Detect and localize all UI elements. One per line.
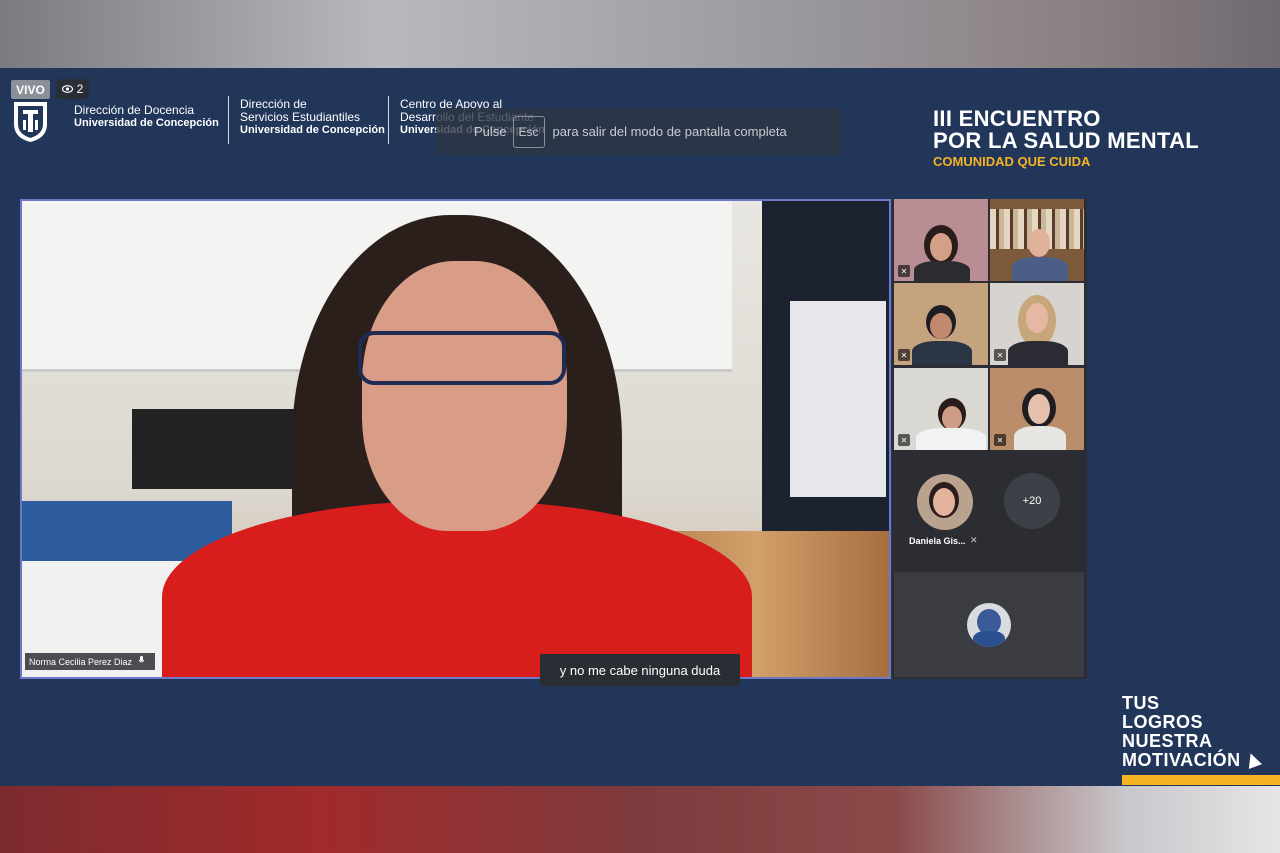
org-docencia: Dirección de Docencia Universidad de Con… <box>74 104 219 130</box>
slogan-accent-bar <box>1122 775 1280 785</box>
org-divider <box>388 96 389 144</box>
eye-icon <box>61 82 73 96</box>
printer <box>132 409 302 489</box>
muted-mic-icon: ✕ <box>898 434 910 446</box>
muted-mic-icon: ✕ <box>994 434 1006 446</box>
participant-tile[interactable]: ✕ <box>990 283 1084 365</box>
university-crest-logo <box>12 100 49 143</box>
participant-avatar[interactable] <box>917 474 973 530</box>
main-speaker-video[interactable] <box>20 199 891 679</box>
esc-key: Esc <box>512 115 545 148</box>
blurred-background-bottom <box>0 786 1280 853</box>
more-participants-count: +20 <box>1022 495 1042 507</box>
self-view-panel <box>894 572 1084 677</box>
viewer-count: 2 <box>76 82 84 96</box>
org-servicios: Dirección de Servicios Estudiantiles Uni… <box>240 98 385 137</box>
muted-mic-icon: ✕ <box>898 349 910 361</box>
participant-tile[interactable]: ✕ <box>990 368 1084 450</box>
speaker-face <box>362 261 567 531</box>
org-docencia-name: Dirección de Docencia <box>74 103 195 117</box>
participant-tile[interactable]: ✕ <box>894 199 988 281</box>
notice-text: para salir del modo de pantalla completa <box>552 124 787 139</box>
slogan-line3: NUESTRA <box>1122 731 1213 751</box>
slogan-line4: MOTIVACIÓN <box>1122 750 1241 770</box>
org-servicios-line2: Servicios Estudiantiles <box>240 110 361 124</box>
slogan-line1: TUS <box>1122 693 1160 713</box>
slogan: TUS LOGROS NUESTRA MOTIVACIÓN <box>1122 694 1241 770</box>
notice-prefix: Pulse <box>474 124 507 139</box>
live-badge: VIVO <box>11 80 50 99</box>
mic-icon <box>138 656 145 667</box>
participant-tile[interactable] <box>990 199 1084 281</box>
org-servicios-university: Universidad de Concepción <box>240 124 385 136</box>
speaker-glasses <box>358 331 566 385</box>
participant-tile[interactable]: ✕ <box>894 283 988 365</box>
org-docencia-university: Universidad de Concepción <box>74 117 219 129</box>
live-caption: y no me cabe ninguna duda <box>540 654 740 686</box>
speaker-name-tag: Norma Cecilia Perez Diaz <box>25 653 155 670</box>
more-participants-button[interactable]: +20 <box>1004 473 1060 529</box>
fullscreen-exit-notice: Pulse Esc para salir del modo de pantall… <box>436 108 842 155</box>
slogan-line2: LOGROS <box>1122 712 1204 732</box>
event-title: III ENCUENTRO POR LA SALUD MENTAL <box>933 108 1199 152</box>
event-title-line2: POR LA SALUD MENTAL <box>933 128 1200 153</box>
event-title-line1: III ENCUENTRO <box>933 106 1101 131</box>
viewer-count-badge: 2 <box>56 79 89 99</box>
speaker-name: Norma Cecilia Perez Diaz <box>29 656 133 667</box>
blurred-background-top <box>0 0 1280 68</box>
org-divider <box>228 96 229 144</box>
muted-mic-icon: ✕ <box>970 535 978 545</box>
live-badge-label: VIVO <box>16 82 45 97</box>
muted-mic-icon: ✕ <box>898 265 910 277</box>
event-subtitle: COMUNIDAD QUE CUIDA <box>933 154 1091 169</box>
self-avatar[interactable] <box>967 603 1011 647</box>
participant-avatar-name: Daniela Gis... <box>909 536 966 546</box>
participant-tile[interactable]: ✕ <box>894 368 988 450</box>
muted-mic-icon: ✕ <box>994 349 1006 361</box>
door-glass <box>790 301 886 497</box>
